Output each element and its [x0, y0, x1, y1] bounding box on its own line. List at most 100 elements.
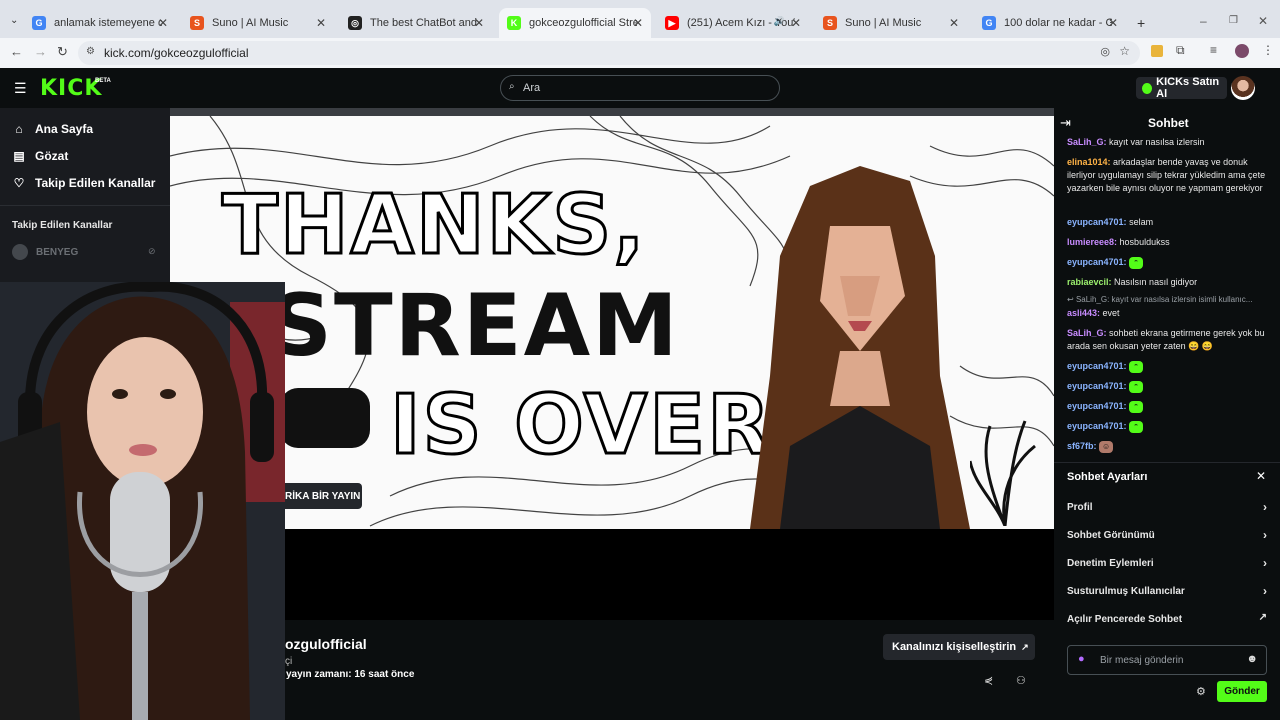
channel-name[interactable]: ozgulofficial: [285, 636, 367, 652]
new-tab-button[interactable]: +: [1137, 15, 1145, 31]
user-avatar[interactable]: [1231, 76, 1255, 100]
customize-channel-button[interactable]: Kanalınızı kişiselleştirin ↗: [883, 634, 1035, 660]
chat-message: sf67fb: ☺: [1067, 440, 1273, 453]
settings-row-label: Susturulmuş Kullanıcılar: [1067, 586, 1185, 597]
hamburger-menu-icon[interactable]: ☰: [14, 80, 27, 97]
chat-title: Sohbet: [1148, 116, 1189, 130]
chat-message-input[interactable]: ● Bir mesaj gönderin ☻: [1067, 645, 1267, 675]
chat-input-placeholder: Bir mesaj gönderin: [1100, 655, 1184, 666]
tab-close-icon[interactable]: ✕: [949, 16, 959, 30]
offline-banner[interactable]: THANKS, STREAM IS OVER: [170, 116, 1054, 529]
forward-icon[interactable]: →: [34, 44, 47, 59]
support-stream-button[interactable]: RİKA BİR YAYIN: [285, 483, 362, 509]
bookmark-star-icon[interactable]: ☆: [1119, 44, 1130, 58]
chat-message: eyupcan4701: ᵔ: [1067, 400, 1273, 413]
chat-message: SaLih_G: sohbeti ekrana getirmene gerek …: [1067, 327, 1273, 353]
chat-username[interactable]: SaLih_G:: [1067, 137, 1107, 147]
browser-tab[interactable]: Kgokceozgulofficial Stream - Wa✕: [499, 8, 651, 38]
restore-button[interactable]: ❐: [1229, 15, 1238, 26]
gear-icon[interactable]: ⚙: [1196, 685, 1206, 698]
kick-logo[interactable]: KICK: [40, 76, 102, 101]
collapse-chat-icon[interactable]: ⇥: [1060, 115, 1071, 131]
reply-preview[interactable]: ↩ SaLih_G: kayıt var nasılsa izlersin is…: [1067, 295, 1273, 304]
chat-username[interactable]: eyupcan4701:: [1067, 381, 1127, 391]
player-top-bar: [170, 108, 1054, 116]
tab-list-chevron-icon[interactable]: ⌄: [10, 15, 18, 26]
beta-badge: BETA: [95, 78, 111, 84]
kick-emote-icon: ᵔ: [1129, 360, 1144, 373]
chat-username[interactable]: sf67fb:: [1067, 441, 1097, 451]
menu-kebab-icon[interactable]: ⋮: [1262, 43, 1274, 57]
poster-thanks-text: THANKS,: [220, 177, 647, 275]
settings-row-moderation[interactable]: Denetim Eylemleri ›: [1067, 556, 1267, 570]
streamer-camera-feed: [0, 282, 285, 720]
chat-username[interactable]: eyupcan4701:: [1067, 257, 1127, 267]
tab-close-icon[interactable]: ✕: [1108, 16, 1118, 30]
followed-channel-name: BENYEG: [36, 246, 79, 258]
tab-audio-icon[interactable]: 🔊: [774, 16, 785, 27]
chat-username[interactable]: elina1014:: [1067, 157, 1111, 167]
customize-channel-label: Kanalınızı kişiselleştirin: [892, 641, 1017, 653]
sidebar-divider: [0, 205, 170, 206]
settings-row-label: Profil: [1067, 502, 1093, 513]
emoji-icon[interactable]: ☻: [1246, 653, 1258, 665]
settings-row-appearance[interactable]: Sohbet Görünümü ›: [1067, 528, 1267, 542]
tab-close-icon[interactable]: ✕: [633, 16, 643, 30]
reload-icon[interactable]: ↻: [57, 44, 68, 60]
browser-tab[interactable]: ◎ The best ChatBot and Widgets✕: [340, 8, 492, 38]
chat-username[interactable]: eyupcan4701:: [1067, 401, 1127, 411]
puzzle-icon[interactable]: ⧉: [1176, 43, 1185, 58]
close-icon[interactable]: ✕: [1256, 469, 1266, 483]
tab-close-icon[interactable]: ✕: [158, 16, 168, 30]
last-live-time: yayın zamanı: 16 saat önce: [286, 669, 415, 680]
chat-message: eyupcan4701: ᵔ: [1067, 380, 1273, 393]
tab-title: Suno | AI Music: [845, 17, 922, 29]
favicon-icon: ◎: [348, 16, 362, 30]
chat-username[interactable]: lumiereee8:: [1067, 237, 1117, 247]
settings-row-muted-users[interactable]: Susturulmuş Kullanıcılar ›: [1067, 584, 1267, 598]
tab-close-icon[interactable]: ✕: [791, 16, 801, 30]
url-field[interactable]: ⚙ kick.com/gokceozgulofficial ◎ ☆: [78, 41, 1140, 65]
chat-message: elina1014: arkadaşlar bende yavaş ve don…: [1067, 156, 1273, 195]
sidebar-item-browse[interactable]: ▤ Gözat: [12, 149, 68, 163]
minimize-button[interactable]: –: [1200, 14, 1207, 28]
browser-tab[interactable]: Ganlamak istemeyene davul zurn✕: [24, 8, 176, 38]
browser-tab[interactable]: S Suno | AI Music ✕: [182, 8, 334, 38]
sidebar-item-home[interactable]: ⌂ Ana Sayfa: [12, 122, 93, 136]
browser-tab[interactable]: S Suno | AI Music ✕: [815, 8, 967, 38]
chat-message: SaLih_G: kayıt var nasılsa izlersin: [1067, 136, 1273, 149]
kick-emote-icon: ᵔ: [1129, 420, 1144, 433]
close-window-button[interactable]: ✕: [1258, 14, 1268, 28]
player-controls-area: [170, 529, 1054, 620]
tab-close-icon[interactable]: ✕: [316, 16, 326, 30]
sidebar-item-following[interactable]: ♡ Takip Edilen Kanallar: [12, 176, 156, 190]
reply-icon: ↩: [1067, 295, 1076, 304]
tab-close-icon[interactable]: ✕: [474, 16, 484, 30]
profile-avatar[interactable]: [1235, 44, 1249, 58]
settings-row-popout-chat[interactable]: Açılır Pencerede Sohbet ↗: [1067, 612, 1267, 625]
chat-username[interactable]: SaLih_G:: [1067, 328, 1107, 338]
extension-icon[interactable]: [1151, 45, 1163, 57]
browser-tab[interactable]: G 100 dolar ne kadar - Google'da✕: [974, 8, 1126, 38]
followed-channel-item[interactable]: BENYEG: [12, 244, 78, 260]
chat-username[interactable]: eyupcan4701:: [1067, 217, 1127, 227]
site-info-icon[interactable]: ⚙: [86, 46, 95, 57]
chat-username[interactable]: asli443:: [1067, 308, 1100, 318]
back-icon[interactable]: ←: [10, 44, 23, 59]
eye-off-icon[interactable]: ◎: [1100, 45, 1110, 58]
user-plus-icon[interactable]: ⚇: [1016, 674, 1026, 687]
share-icon[interactable]: ⋞: [984, 674, 993, 687]
following-heading: Takip Edilen Kanallar: [12, 220, 113, 231]
send-button[interactable]: Gönder: [1217, 681, 1267, 702]
buy-kicks-button[interactable]: KICKs Satın Al: [1136, 76, 1227, 100]
chat-username[interactable]: eyupcan4701:: [1067, 421, 1127, 431]
kick-emote-icon: ᵔ: [1129, 380, 1144, 393]
microphone-icon[interactable]: ●: [1078, 653, 1085, 665]
chat-username[interactable]: rabiaevcil:: [1067, 277, 1112, 287]
browser-tab[interactable]: ▶(251) Acem Kızı - YouTube✕🔊: [657, 8, 809, 38]
media-control-icon[interactable]: ≡: [1210, 43, 1217, 57]
plant-illustration: [970, 420, 1036, 526]
settings-row-profile[interactable]: Profil ›: [1067, 500, 1267, 514]
chat-username[interactable]: eyupcan4701:: [1067, 361, 1127, 371]
search-input[interactable]: ⌕ Ara: [500, 75, 780, 101]
